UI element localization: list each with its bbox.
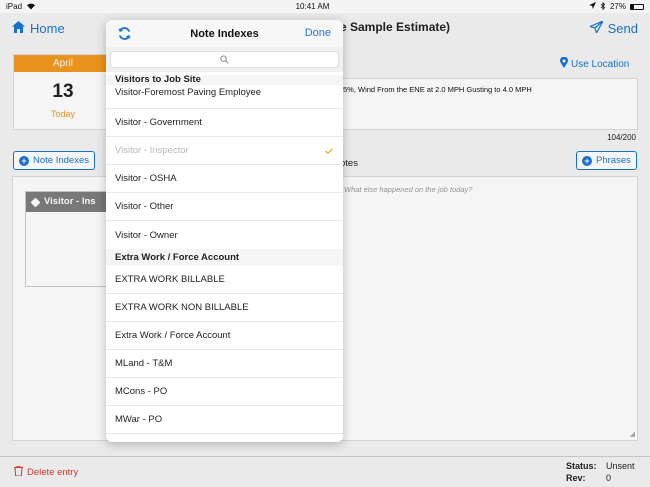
section-header-extra-work: Extra Work / Force Account [106, 249, 343, 266]
done-button[interactable]: Done [305, 27, 331, 39]
list-item-label: MLand - T&M [115, 358, 173, 369]
list-item[interactable]: Extra Work / Force Account [106, 322, 343, 350]
list-item-label: MCons - PO [115, 386, 168, 397]
checkmark-icon [325, 146, 333, 155]
list-item-label: Extra Work / Force Account [115, 330, 231, 341]
refresh-icon[interactable] [117, 26, 132, 41]
list-item[interactable]: Visitor - OSHA [106, 165, 343, 193]
list-item[interactable]: EXTRA WORK BILLABLE [106, 266, 343, 294]
list-item-label: Visitor-Foremost Paving Employee [115, 87, 262, 98]
list-item-label: EXTRA WORK NON BILLABLE [115, 302, 249, 313]
location-arrow-icon [588, 2, 596, 11]
list-item[interactable]: Visitor - Government [106, 109, 343, 137]
search-icon [220, 51, 229, 69]
wifi-icon [26, 2, 36, 12]
bluetooth-icon [600, 1, 606, 12]
list-item[interactable]: Visitor-Foremost Paving Employee [106, 85, 343, 109]
list-item-label: Visitor - Other [115, 201, 174, 212]
popover-title: Note Indexes [190, 27, 259, 40]
device-label: iPad [6, 2, 23, 11]
list-item-label: EXTRA WORK BILLABLE [115, 274, 225, 285]
list-item[interactable]: MLand - T&M [106, 350, 343, 378]
popover-header: Note Indexes Done [106, 20, 343, 47]
list-item-label: Visitor - OSHA [115, 173, 177, 184]
list-item[interactable]: MWar - PO [106, 406, 343, 434]
status-bar: iPad 10:41 AM 27% [0, 0, 650, 13]
search-input[interactable] [110, 51, 339, 68]
section-header-visitors: Visitors to Job Site [106, 75, 343, 85]
battery-icon [630, 3, 644, 10]
list-item-selected[interactable]: Visitor - Inspector [106, 137, 343, 165]
list-item[interactable]: Visitor - Owner [106, 221, 343, 249]
battery-percent: 27% [609, 2, 626, 11]
list-item-label: MWar - PO [115, 414, 163, 425]
note-index-list: Visitors to Job Site Visitor-Foremost Pa… [106, 72, 343, 434]
list-item[interactable]: EXTRA WORK NON BILLABLE [106, 294, 343, 322]
note-indexes-popover: Note Indexes Done Visitors to Job Site V… [106, 20, 343, 442]
list-item-label: Visitor - Government [115, 117, 202, 128]
list-item-label: Visitor - Inspector [115, 145, 189, 156]
clock: 10:41 AM [295, 2, 330, 11]
list-item-label: Visitor - Owner [115, 229, 178, 241]
list-item[interactable]: Visitor - Other [106, 193, 343, 221]
list-item[interactable]: MCons - PO [106, 378, 343, 406]
search-bar [106, 47, 343, 72]
